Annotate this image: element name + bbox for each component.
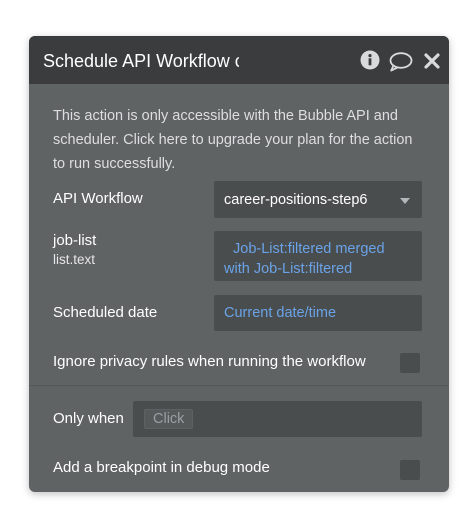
job-list-expression[interactable]: Job-List:filtered merged with Job-List:f…: [214, 231, 422, 281]
only-when-label: Only when: [53, 410, 124, 427]
only-when-condition-field[interactable]: Click: [133, 401, 422, 437]
breakpoint-checkbox[interactable]: [400, 460, 420, 480]
job-list-type: list.text: [53, 252, 96, 267]
panel-title: Schedule API Workflow c: [43, 51, 239, 71]
scheduled-date-expression-text: Current date/time: [224, 305, 337, 321]
schedule-api-workflow-panel: Schedule API Workflow c This action is o…: [29, 36, 449, 492]
api-workflow-label: API Workflow: [53, 190, 143, 207]
only-when-click-placeholder[interactable]: Click: [144, 409, 194, 429]
upgrade-notice[interactable]: This action is only accessible with the …: [53, 104, 425, 176]
scheduled-date-expression[interactable]: Current date/time: [214, 295, 422, 331]
info-icon[interactable]: [360, 50, 380, 75]
api-workflow-dropdown[interactable]: career-positions-step6: [214, 181, 422, 218]
comment-icon[interactable]: [389, 52, 413, 77]
job-list-expression-text: Job-List:filtered merged with Job-List:f…: [224, 241, 385, 277]
scheduled-date-label: Scheduled date: [53, 304, 158, 321]
breakpoint-label: Add a breakpoint in debug mode: [53, 459, 270, 476]
job-list-label: job-list: [53, 232, 97, 249]
close-icon[interactable]: [424, 53, 440, 74]
panel-header: Schedule API Workflow c: [29, 36, 449, 84]
chevron-down-icon: [400, 198, 410, 204]
ignore-privacy-checkbox[interactable]: [400, 353, 420, 373]
ignore-privacy-label: Ignore privacy rules when running the wo…: [53, 353, 366, 370]
section-divider: [29, 385, 449, 386]
api-workflow-value: career-positions-step6: [224, 192, 368, 208]
